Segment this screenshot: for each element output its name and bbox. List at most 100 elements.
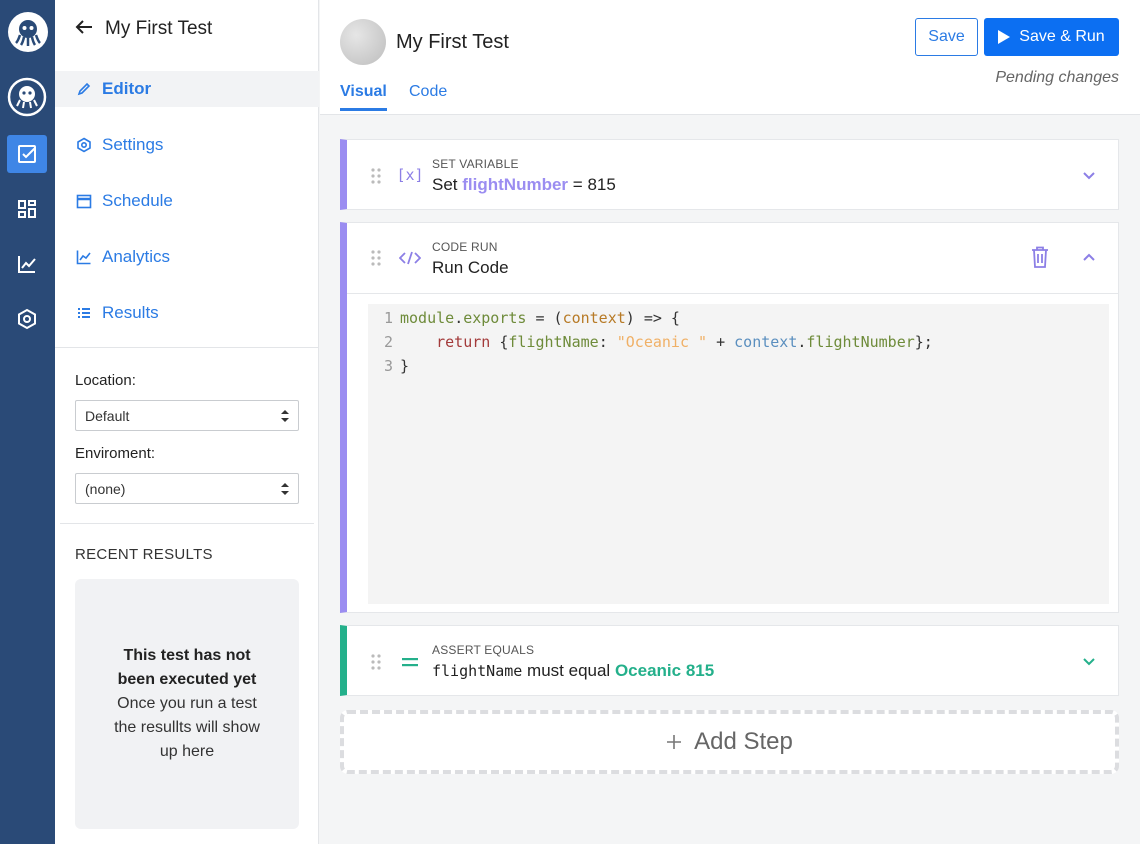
code-token: .	[797, 333, 807, 351]
step-kind: ASSERT EQUALS	[432, 643, 535, 657]
code-line: 3}	[368, 357, 409, 381]
recent-results-title: RECENT RESULTS	[75, 546, 213, 563]
step-kind: SET VARIABLE	[432, 157, 519, 171]
code-token: "Oceanic "	[616, 333, 708, 351]
nav-label-settings: Settings	[102, 135, 164, 154]
pencil-icon	[76, 81, 92, 97]
code-token: context	[734, 333, 798, 351]
code-token: };	[914, 333, 933, 351]
step-summary: flightName must equal Oceanic 815	[432, 661, 714, 681]
sidebar-divider	[60, 523, 314, 524]
tab-visual[interactable]: Visual	[340, 83, 387, 111]
sidebar-divider	[55, 347, 319, 348]
assign-operator: =	[572, 175, 583, 194]
rail-settings-icon[interactable]	[7, 300, 47, 338]
environment-value: (none)	[85, 480, 126, 497]
location-label: Location:	[75, 372, 136, 389]
app-rail	[0, 0, 55, 844]
code-token: +	[707, 333, 735, 351]
card-divider	[347, 293, 1119, 294]
step-code-run[interactable]: CODE RUN Run Code 1 module. exports = (con…	[340, 222, 1119, 613]
rail-dashboard-icon[interactable]	[7, 190, 47, 228]
add-step-label: Add Step	[694, 728, 793, 755]
nav-label-analytics: Analytics	[102, 247, 171, 266]
equals-icon	[398, 651, 422, 673]
recent-empty-body: Once you run a test the resullts will sh…	[114, 695, 260, 760]
code-token: .	[454, 309, 464, 327]
select-caret-icon	[281, 483, 289, 495]
line-number: 3	[383, 357, 393, 375]
nav-item-analytics[interactable]: Analytics	[55, 239, 319, 275]
code-token: flightName	[508, 333, 599, 351]
step-assert-equals[interactable]: ASSERT EQUALS flightName must equal Ocea…	[340, 625, 1119, 696]
test-avatar	[340, 19, 386, 65]
back-arrow-icon[interactable]	[75, 19, 93, 40]
location-value: Default	[85, 407, 130, 424]
code-editor[interactable]: 1 module. exports = (context) => { 2 retur…	[368, 304, 1109, 604]
step-kind: CODE RUN	[432, 240, 498, 254]
plus-icon	[667, 735, 682, 749]
location-select[interactable]: Default	[75, 400, 299, 431]
drag-handle-icon[interactable]	[371, 168, 381, 184]
environment-label: Enviroment:	[75, 445, 156, 462]
chevron-down-icon[interactable]	[1081, 168, 1097, 184]
octopus-logo-icon[interactable]	[8, 12, 48, 52]
list-icon	[76, 305, 92, 321]
rail-tests-icon[interactable]	[7, 135, 47, 173]
nav-item-schedule[interactable]: Schedule	[55, 183, 319, 219]
code-token: context	[562, 309, 626, 327]
code-token: flightNumber	[806, 333, 915, 351]
set-prefix: Set	[432, 175, 458, 194]
chevron-up-icon[interactable]	[1081, 249, 1097, 265]
nav-item-editor[interactable]: Editor	[55, 71, 319, 107]
code-token: {	[490, 333, 509, 351]
code-token: module	[400, 309, 455, 327]
code-icon	[398, 247, 422, 269]
drag-handle-icon[interactable]	[371, 250, 381, 266]
gear-icon	[76, 137, 92, 153]
line-number: 1	[383, 309, 393, 327]
calendar-icon	[76, 193, 92, 209]
code-token: exports	[463, 309, 527, 327]
assert-verb: must equal	[527, 661, 611, 680]
drag-handle-icon[interactable]	[371, 654, 381, 670]
assert-expected: Oceanic 815	[614, 661, 715, 680]
step-set-variable[interactable]: [x] SET VARIABLE Set flightNumber = 815	[340, 139, 1119, 210]
test-sidebar: My First Test Editor Settings Schedule A…	[55, 0, 319, 844]
code-token: }	[400, 357, 410, 375]
step-title: Run Code	[432, 258, 509, 277]
nav-label-results: Results	[102, 303, 159, 322]
play-icon	[998, 30, 1011, 44]
nav-item-settings[interactable]: Settings	[55, 127, 319, 163]
variable-value: 815	[587, 175, 616, 194]
nav-item-results[interactable]: Results	[55, 295, 319, 331]
environment-select[interactable]: (none)	[75, 473, 299, 504]
code-token: = (	[526, 309, 563, 327]
chevron-down-icon[interactable]	[1081, 654, 1097, 670]
step-summary: Set flightNumber = 815	[432, 175, 616, 195]
variable-icon: [x]	[396, 166, 424, 184]
chart-icon	[76, 249, 92, 265]
save-and-run-button[interactable]: Save & Run	[984, 18, 1119, 56]
code-line: 2 return {flightName: "Oceanic " + conte…	[368, 333, 933, 357]
add-step-button[interactable]: Add Step	[340, 710, 1119, 774]
page-title: My First Test	[396, 31, 509, 53]
code-token: ) => {	[625, 309, 680, 327]
save-and-run-label: Save & Run	[1019, 28, 1105, 45]
tab-code[interactable]: Code	[409, 83, 447, 111]
rail-octopus-icon[interactable]	[7, 77, 47, 117]
recent-empty-title: This test has not been executed yet	[117, 647, 257, 688]
assert-subject: flightName	[432, 662, 523, 680]
pending-status: Pending changes	[995, 69, 1119, 86]
trash-icon[interactable]	[1031, 246, 1049, 268]
variable-name: flightNumber	[462, 175, 569, 194]
rail-analytics-icon[interactable]	[7, 245, 47, 283]
save-button[interactable]: Save	[915, 18, 978, 56]
code-line: 1 module. exports = (context) => {	[368, 309, 680, 333]
sidebar-test-title: My First Test	[105, 18, 213, 39]
code-token: return	[436, 333, 491, 351]
nav-label-schedule: Schedule	[102, 191, 173, 210]
recent-results-empty: This test has not been executed yet Once…	[75, 579, 299, 829]
sidebar-header: My First Test	[75, 18, 212, 40]
